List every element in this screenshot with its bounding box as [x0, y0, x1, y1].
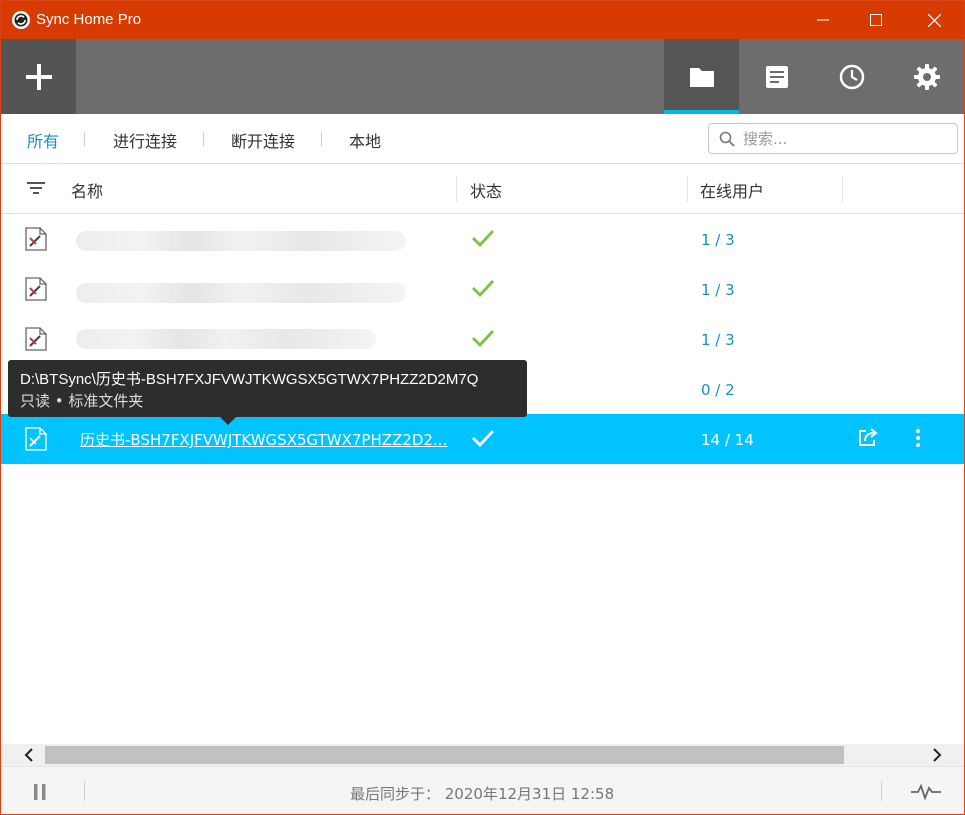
folder-name-link[interactable]: 历史书-BSH7FXJFVWJTKWGSX5GTWX7PHZZ2D2...: [80, 429, 447, 450]
scroll-left-button[interactable]: [19, 745, 39, 765]
status-bar: 最后同步于： 2020年12月31日 12:58: [1, 766, 964, 814]
window-title: Sync Home Pro: [36, 11, 142, 28]
online-users-count: 1 / 3: [701, 331, 735, 349]
divider: [881, 781, 882, 801]
tooltip-arrow: [220, 417, 236, 425]
chevron-left-icon: [24, 748, 33, 762]
tab-settings[interactable]: [889, 39, 964, 114]
app-window: Sync Home Pro 所有 进行连接 断开连接 本地 搜索... 名称 状…: [0, 0, 965, 815]
search-input[interactable]: [743, 129, 943, 149]
table-header: 名称 状态 在线用户: [1, 164, 964, 214]
horizontal-scrollbar[interactable]: [1, 744, 964, 766]
tooltip-path: D:\BTSync\历史书-BSH7FXJFVWJTKWGSX5GTWX7PHZ…: [20, 371, 479, 388]
redacted-folder-name: [76, 329, 376, 349]
online-users-count: 14 / 14: [701, 431, 754, 449]
table-row[interactable]: 1 / 3: [1, 264, 964, 314]
scroll-right-button[interactable]: [927, 745, 947, 765]
column-status[interactable]: 状态: [470, 178, 502, 202]
main-toolbar: [1, 39, 964, 114]
readonly-folder-icon: [25, 427, 47, 451]
filter-local[interactable]: 本地: [349, 128, 381, 152]
synced-check-icon: [472, 230, 495, 248]
redacted-folder-name: [76, 231, 406, 251]
folder-icon: [689, 67, 714, 87]
share-icon[interactable]: [857, 427, 879, 449]
more-options-icon[interactable]: [913, 427, 923, 449]
synced-check-icon: [472, 280, 495, 298]
title-bar: Sync Home Pro: [1, 1, 964, 39]
add-folder-button[interactable]: [1, 39, 76, 114]
tooltip-subtitle: 只读 • 标准文件夹: [20, 392, 144, 410]
column-divider: [842, 176, 843, 202]
divider: [321, 132, 322, 146]
column-name[interactable]: 名称: [71, 178, 103, 202]
document-icon: [765, 65, 788, 88]
filter-connected[interactable]: 进行连接: [113, 128, 177, 152]
tab-history[interactable]: [814, 39, 889, 114]
close-button[interactable]: [909, 1, 959, 39]
close-icon: [927, 13, 941, 27]
online-users-count: 0 / 2: [701, 381, 735, 399]
synced-check-icon: [472, 430, 495, 448]
sort-filter-icon[interactable]: [27, 181, 45, 195]
minimize-icon: [817, 19, 829, 21]
readonly-folder-icon: [25, 227, 47, 251]
gear-icon: [913, 63, 940, 90]
divider: [84, 781, 85, 801]
synced-check-icon: [472, 330, 495, 348]
online-users-count: 1 / 3: [701, 281, 735, 299]
filter-disconnected[interactable]: 断开连接: [231, 128, 295, 152]
last-sync-text: 最后同步于： 2020年12月31日 12:58: [350, 785, 615, 803]
filter-all[interactable]: 所有: [27, 128, 59, 152]
column-divider: [456, 176, 457, 202]
readonly-folder-icon: [25, 277, 47, 301]
activity-icon[interactable]: [911, 783, 941, 801]
filter-bar: 所有 进行连接 断开连接 本地: [1, 114, 964, 164]
column-divider: [687, 176, 688, 202]
table-row-selected[interactable]: 历史书-BSH7FXJFVWJTKWGSX5GTWX7PHZZ2D2... 14…: [1, 414, 964, 464]
maximize-icon: [870, 14, 882, 26]
tab-log[interactable]: [739, 39, 814, 114]
chevron-right-icon: [933, 748, 942, 762]
column-online-users[interactable]: 在线用户: [700, 178, 764, 202]
maximize-button[interactable]: [851, 1, 901, 39]
sync-app-icon: [12, 11, 30, 29]
scrollbar-thumb[interactable]: [45, 746, 844, 764]
table-row[interactable]: 1 / 3: [1, 214, 964, 264]
redacted-folder-name: [76, 283, 406, 303]
clock-icon: [839, 64, 864, 89]
readonly-folder-icon: [25, 327, 47, 351]
minimize-button[interactable]: [798, 1, 848, 39]
search-icon: [719, 131, 735, 147]
pause-icon[interactable]: [33, 783, 47, 801]
online-users-count: 1 / 3: [701, 231, 735, 249]
tab-folders[interactable]: [664, 39, 739, 114]
divider: [203, 132, 204, 146]
folder-path-tooltip: D:\BTSync\历史书-BSH7FXJFVWJTKWGSX5GTWX7PHZ…: [8, 360, 527, 425]
search-box[interactable]: [708, 123, 958, 154]
plus-icon: [25, 63, 52, 90]
divider: [84, 132, 85, 146]
table-row[interactable]: 1 / 3: [1, 314, 964, 364]
